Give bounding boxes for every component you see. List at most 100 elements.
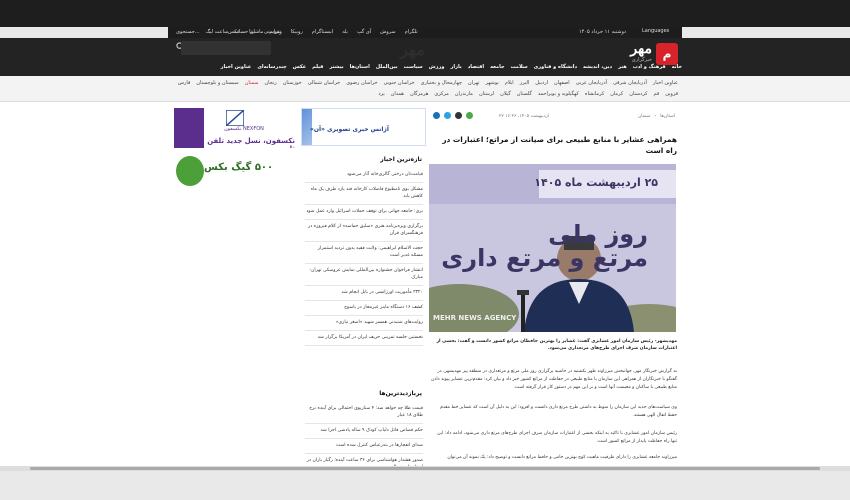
province-link[interactable]: یزد xyxy=(378,91,384,97)
province-link[interactable]: گلستان xyxy=(517,91,532,97)
breadcrumb-item[interactable]: سمنان xyxy=(638,114,650,119)
search-input[interactable] xyxy=(181,41,271,55)
province-link[interactable]: هرمزگان xyxy=(410,91,428,97)
news-list-item[interactable]: صدای انفجارها در بندرعباس کنترل شده است xyxy=(305,439,423,454)
province-link[interactable]: کرمانشاه xyxy=(585,91,604,97)
social-link[interactable]: تلگرام xyxy=(405,29,418,35)
province-link[interactable]: کهگیلویه و بویراحمد xyxy=(538,91,579,97)
nav-item[interactable]: فرهنگ و ادب xyxy=(633,64,666,70)
calculator-link[interactable]: ماشین حساب xyxy=(234,29,263,35)
province-link[interactable]: اصفهان xyxy=(554,80,570,86)
nav-item[interactable]: جامعه xyxy=(490,64,504,70)
province-link[interactable]: اردبیل xyxy=(535,80,548,86)
breadcrumb-item[interactable]: استان‌ها xyxy=(660,114,675,119)
nav-item[interactable]: بازار xyxy=(450,64,461,70)
news-list-item[interactable]: نخستین جلسه تمرینی حریف ایران در آمریکا … xyxy=(305,331,423,346)
province-link[interactable]: مرکزی xyxy=(434,91,449,97)
gig-banner-ad[interactable]: ۵۰۰ گیگ بکس xyxy=(174,154,295,194)
province-link[interactable]: سمنان xyxy=(245,80,259,86)
news-list-item[interactable]: حکم قصاص قاتل دلیاپ کودک ۹ ساله پادشی اج… xyxy=(305,424,423,439)
nav-item[interactable]: استان‌ها xyxy=(350,64,370,70)
social-link[interactable]: آی گپ xyxy=(357,29,371,35)
social-link[interactable]: سروش xyxy=(380,29,395,35)
article: استان‌ها › سمنان ۲۷ اردیبهشت ۱۴۰۵، ۱۶:۲۶… xyxy=(429,102,679,500)
news-list-item[interactable]: برگزاری ویژه‌برنامه هنری «سلیق حماسه» از… xyxy=(305,220,423,242)
province-link[interactable]: قم xyxy=(654,91,660,97)
province-link[interactable]: قزوین xyxy=(665,91,678,97)
province-link[interactable]: خوزستان xyxy=(283,80,302,86)
province-link[interactable]: مازندران xyxy=(455,91,473,97)
province-link[interactable]: چهارمحال و بختیاری xyxy=(421,80,462,86)
calendar-link[interactable]: تقویم xyxy=(269,29,280,35)
news-list-item[interactable]: انتشار فراخوان جشنواره بین‌المللی نمایش … xyxy=(305,264,423,286)
scrollbar-thumb[interactable] xyxy=(30,467,820,470)
province-link[interactable]: زنجان xyxy=(264,80,276,86)
nav-item[interactable]: چندرسانه‌ای xyxy=(257,64,286,70)
breadcrumb-separator: › xyxy=(654,114,657,119)
nav-item[interactable]: هنر xyxy=(618,64,627,70)
nav-item[interactable]: بین‌الملل xyxy=(376,64,398,70)
share-telegram-icon[interactable] xyxy=(433,112,440,119)
agency-banner-ad[interactable]: آژانس خبری تصویری «آن» xyxy=(301,108,426,146)
nav-item[interactable]: فیلم xyxy=(312,64,323,70)
nav-item[interactable]: عکس xyxy=(293,64,306,70)
nav-item[interactable]: سلامت xyxy=(511,64,528,70)
search-link[interactable]: جستجوی... xyxy=(176,29,200,35)
province-link[interactable]: تهران xyxy=(468,80,480,86)
province-link[interactable]: آذربایجان غربی xyxy=(576,80,607,86)
site-logo[interactable]: م مهر خبرگزاری xyxy=(594,41,678,65)
nav-item[interactable]: عناوین اخبار xyxy=(221,64,252,70)
news-list-item[interactable]: ۳۳۲۰ مأموریت اورژانسی در بابل انجام شد xyxy=(305,286,423,301)
nav-item[interactable]: خانه xyxy=(672,64,682,70)
province-link[interactable]: کردستان xyxy=(629,91,647,97)
nav-item[interactable]: اقتصاد xyxy=(468,64,484,70)
content-area: استان‌ها › سمنان ۲۷ اردیبهشت ۱۴۰۵، ۱۶:۲۶… xyxy=(0,102,850,500)
share-twitter-icon[interactable] xyxy=(444,112,451,119)
province-link[interactable]: لرستان xyxy=(479,91,494,97)
nav-item[interactable]: سیاست xyxy=(404,64,423,70)
news-list-item[interactable]: بری: جامعه جهانی برای توقف حملات اسرائیل… xyxy=(305,205,423,220)
article-paragraph: رئیس سازمان امور عشایری با تاکید به اینک… xyxy=(437,431,677,444)
province-link[interactable]: ایلام xyxy=(505,80,514,86)
site-header: م مهر خبرگزاری مهر خانه فرهنگ و ادب هنر … xyxy=(0,38,850,76)
utility-bar: Languages دوشنبه ۱۱ خرداد ۱۴۰۵ تلگرام سر… xyxy=(168,27,682,38)
province-row-1: عناوین اخبار آذربایجان شرقی آذربایجان غربی… xyxy=(178,80,678,86)
social-link[interactable]: اینستاگرام xyxy=(312,29,333,35)
share-whatsapp-icon[interactable] xyxy=(466,112,473,119)
province-link[interactable]: عناوین اخبار xyxy=(653,80,678,86)
social-link[interactable]: بله xyxy=(342,29,348,35)
main-nav: خانه فرهنگ و ادب هنر دین، اندیشه دانشگاه… xyxy=(168,64,682,70)
nexfon-banner-ad[interactable]: نکسفون NEXFON نکسفون، نسل جدید تلفن ثابت xyxy=(174,108,295,148)
social-link[interactable]: روبیکا xyxy=(291,29,303,35)
nav-item[interactable]: دین، اندیشه xyxy=(583,64,612,70)
province-link[interactable]: کرمان xyxy=(610,91,623,97)
photo-agency-mark: MEHR NEWS AGENCY xyxy=(433,314,517,322)
news-list-item[interactable]: کشف ۱۶ دستگاه ماینر غیرمجاز در یاسوج xyxy=(305,301,423,316)
article-photo[interactable]: ۲۵ اردیبهشت ماه ۱۴۰۵ روز ملی مرتع و مرتع… xyxy=(429,164,676,332)
news-list-item[interactable]: روایت‌های شنیدنی همسر شهید «اصغر نیازی» xyxy=(305,316,423,331)
province-link[interactable]: بوشهر xyxy=(486,80,499,86)
province-link[interactable]: همدان xyxy=(391,91,404,97)
browser-top-bar xyxy=(0,0,850,27)
nexfon-slogan: نکسفون، نسل جدید تلفن ثابت xyxy=(207,137,295,148)
share-buttons xyxy=(433,112,473,119)
current-date: دوشنبه ۱۱ خرداد ۱۴۰۵ xyxy=(579,29,627,35)
province-link[interactable]: البرز xyxy=(520,80,530,86)
province-link[interactable]: آذربایجان شرقی xyxy=(613,80,647,86)
province-link[interactable]: خراسان جنوبی xyxy=(384,80,415,86)
province-link[interactable]: خراسان رضوی xyxy=(346,80,377,86)
province-link[interactable]: فارس xyxy=(178,80,190,86)
languages-link[interactable]: Languages xyxy=(642,28,669,34)
province-link[interactable]: خراسان شمالی xyxy=(308,80,341,86)
news-list-item[interactable]: قیمت طلا چه خواهد شد: ۴ سناریوی احتمالی … xyxy=(305,402,423,424)
province-link[interactable]: گیلان xyxy=(500,91,511,97)
nav-item[interactable]: بیشتر xyxy=(329,64,343,70)
nav-item[interactable]: ورزش xyxy=(429,64,445,70)
share-link-icon[interactable] xyxy=(455,112,462,119)
league-time-link[interactable]: ساعت لیگ xyxy=(206,29,229,35)
nav-item[interactable]: دانشگاه و فناوری xyxy=(534,64,577,70)
province-link[interactable]: سیستان و بلوچستان xyxy=(196,80,238,86)
news-list-item[interactable]: حجت الاسلام ابراهیمی: ولایت فقیه بدون تر… xyxy=(305,242,423,264)
news-list-item[interactable]: قیامت‌تان درختی گالری‌خانه آثار می‌شود xyxy=(305,168,423,183)
news-list-item[interactable]: مشکل بوی نامطبوع فاضلاب کارخانه قند یازد… xyxy=(305,183,423,205)
